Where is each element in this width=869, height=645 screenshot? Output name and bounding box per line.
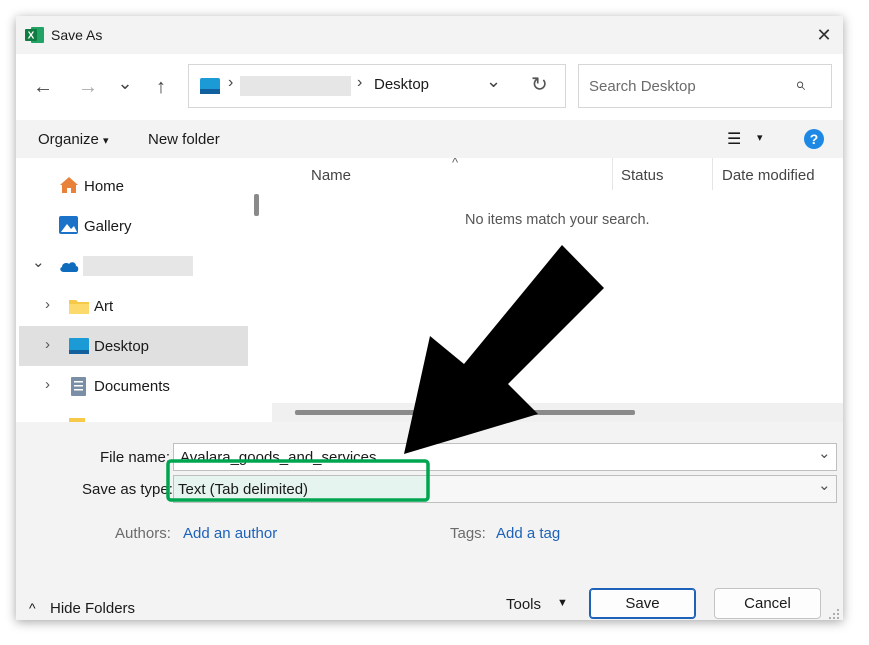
highlight-box (166, 459, 430, 502)
annotation-overlay (166, 245, 604, 502)
annotation-arrow-icon (404, 245, 604, 454)
